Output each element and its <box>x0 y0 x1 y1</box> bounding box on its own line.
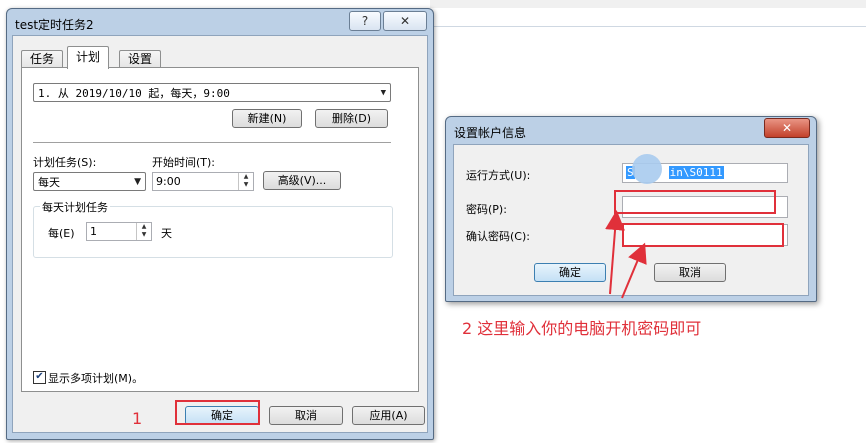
start-time-spinner[interactable]: ▲ ▼ <box>238 173 253 190</box>
password-label: 密码(P): <box>466 203 507 216</box>
start-time-input[interactable]: 9:00 ▲ ▼ <box>152 172 254 191</box>
annotation-step1: 1 <box>132 409 143 428</box>
every-days-value: 1 <box>90 225 97 238</box>
apply-button[interactable]: 应用(A) <box>352 406 425 425</box>
dialog-body: 任务 计划 设置 1. 从 2019/10/10 起，每天，9:00 ▼ 新建(… <box>12 35 428 433</box>
advanced-button[interactable]: 高级(V)... <box>263 171 341 190</box>
confirm-password-label: 确认密码(C): <box>466 230 530 243</box>
background-divider <box>430 26 866 27</box>
show-multiple-label: 显示多项计划(M)。 <box>48 372 144 385</box>
schedule-frequency-select[interactable]: 每天 ▼ <box>33 172 146 191</box>
schedule-task-label: 计划任务(S): <box>33 156 97 169</box>
spin-down-icon[interactable]: ▼ <box>137 231 151 239</box>
spin-down-icon[interactable]: ▼ <box>239 181 253 189</box>
daily-schedule-group: 每天计划任务 每(E) 1 ▲ ▼ 天 <box>33 199 393 258</box>
divider <box>33 142 391 143</box>
schedule-select[interactable]: 1. 从 2019/10/10 起，每天，9:00 ▼ <box>33 83 391 102</box>
close-button[interactable]: ✕ <box>383 11 427 31</box>
annotation-box-confirm-password <box>622 223 784 247</box>
annotation-box-password <box>614 190 776 214</box>
redaction-blob <box>632 154 662 184</box>
schedule-frequency-value: 每天 <box>38 176 60 189</box>
schedule-panel: 1. 从 2019/10/10 起，每天，9:00 ▼ 新建(N) 删除(D) … <box>21 67 419 392</box>
spin-up-icon[interactable]: ▲ <box>137 223 151 231</box>
annotation-box-ok <box>175 400 260 425</box>
run-as-value: in\S0111 <box>668 166 724 179</box>
start-time-label: 开始时间(T): <box>152 156 216 169</box>
dropdown-arrow-icon: ▼ <box>134 177 141 187</box>
show-multiple-checkbox[interactable]: ✔ <box>33 371 46 384</box>
spin-up-icon[interactable]: ▲ <box>239 173 253 181</box>
tab-task[interactable]: 任务 <box>21 50 64 68</box>
account-ok-button[interactable]: 确定 <box>534 263 606 282</box>
every-days-spinner[interactable]: ▲ ▼ <box>136 223 151 240</box>
every-label: 每(E) <box>48 227 75 240</box>
task-properties-dialog: test定时任务2 ? ✕ 任务 计划 设置 1. 从 2019/10/10 起… <box>6 8 434 440</box>
days-unit-label: 天 <box>161 227 172 240</box>
annotation-step2: 2 这里输入你的电脑开机密码即可 <box>462 319 702 338</box>
cancel-button[interactable]: 取消 <box>269 406 343 425</box>
tab-settings[interactable]: 设置 <box>119 50 162 68</box>
run-as-label: 运行方式(U): <box>466 169 531 182</box>
account-dialog-body: 运行方式(U): Sin\S0111 密码(P): 确认密码(C): 确定 取消 <box>453 144 809 296</box>
background-window-edge <box>430 0 866 8</box>
account-close-button[interactable]: ✕ <box>764 118 810 138</box>
schedule-select-value: 1. 从 2019/10/10 起，每天，9:00 <box>38 87 230 100</box>
tab-schedule[interactable]: 计划 <box>67 46 110 69</box>
daily-group-title: 每天计划任务 <box>40 199 110 215</box>
new-schedule-button[interactable]: 新建(N) <box>232 109 302 128</box>
start-time-value: 9:00 <box>156 175 181 188</box>
delete-schedule-button[interactable]: 删除(D) <box>315 109 388 128</box>
dropdown-arrow-icon: ▼ <box>380 88 386 98</box>
every-days-input[interactable]: 1 ▲ ▼ <box>86 222 152 241</box>
dialog-title: test定时任务2 <box>15 18 94 32</box>
help-button[interactable]: ? <box>349 11 381 31</box>
account-cancel-button[interactable]: 取消 <box>654 263 726 282</box>
account-dialog-title: 设置帐户信息 <box>454 126 527 140</box>
